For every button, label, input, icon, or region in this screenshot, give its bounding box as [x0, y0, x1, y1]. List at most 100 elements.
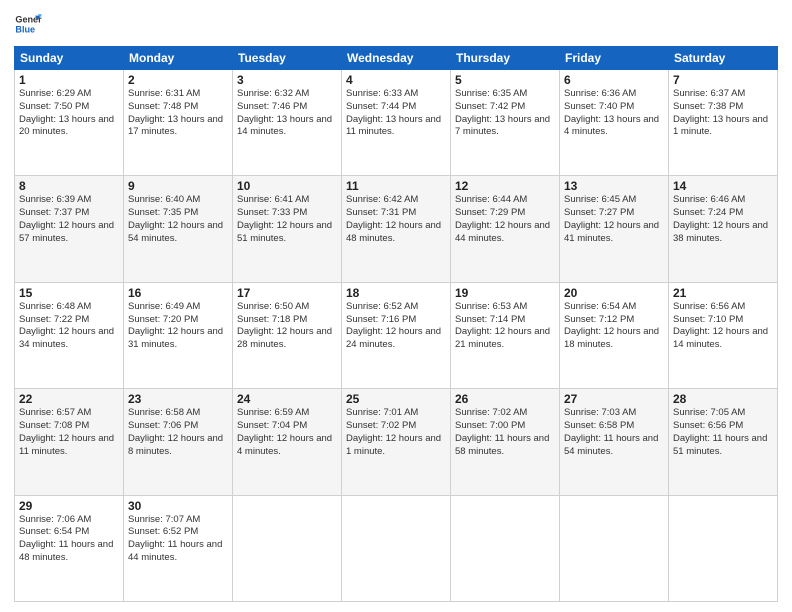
- week-row-3: 15 Sunrise: 6:48 AM Sunset: 7:22 PM Dayl…: [15, 282, 778, 388]
- day-cell: 16 Sunrise: 6:49 AM Sunset: 7:20 PM Dayl…: [124, 282, 233, 388]
- day-number: 5: [455, 73, 555, 87]
- day-info: Sunrise: 6:41 AM Sunset: 7:33 PM Dayligh…: [237, 194, 337, 245]
- day-number: 11: [346, 179, 446, 193]
- day-cell: [669, 495, 778, 601]
- day-cell: 14 Sunrise: 6:46 AM Sunset: 7:24 PM Dayl…: [669, 176, 778, 282]
- day-cell: 27 Sunrise: 7:03 AM Sunset: 6:58 PM Dayl…: [560, 389, 669, 495]
- day-info: Sunrise: 6:42 AM Sunset: 7:31 PM Dayligh…: [346, 194, 446, 245]
- page: General Blue SundayMondayTuesdayWednesda…: [0, 0, 792, 612]
- day-info: Sunrise: 6:48 AM Sunset: 7:22 PM Dayligh…: [19, 301, 119, 352]
- svg-text:Blue: Blue: [15, 24, 35, 34]
- week-row-5: 29 Sunrise: 7:06 AM Sunset: 6:54 PM Dayl…: [15, 495, 778, 601]
- day-number: 28: [673, 392, 773, 406]
- day-cell: 11 Sunrise: 6:42 AM Sunset: 7:31 PM Dayl…: [342, 176, 451, 282]
- day-cell: [233, 495, 342, 601]
- day-number: 6: [564, 73, 664, 87]
- logo: General Blue: [14, 10, 42, 38]
- day-cell: 18 Sunrise: 6:52 AM Sunset: 7:16 PM Dayl…: [342, 282, 451, 388]
- day-info: Sunrise: 7:06 AM Sunset: 6:54 PM Dayligh…: [19, 514, 119, 565]
- day-info: Sunrise: 6:31 AM Sunset: 7:48 PM Dayligh…: [128, 88, 228, 139]
- day-info: Sunrise: 7:07 AM Sunset: 6:52 PM Dayligh…: [128, 514, 228, 565]
- day-info: Sunrise: 7:05 AM Sunset: 6:56 PM Dayligh…: [673, 407, 773, 458]
- day-cell: 7 Sunrise: 6:37 AM Sunset: 7:38 PM Dayli…: [669, 70, 778, 176]
- day-cell: [342, 495, 451, 601]
- day-info: Sunrise: 6:37 AM Sunset: 7:38 PM Dayligh…: [673, 88, 773, 139]
- day-info: Sunrise: 6:58 AM Sunset: 7:06 PM Dayligh…: [128, 407, 228, 458]
- day-number: 17: [237, 286, 337, 300]
- day-cell: 4 Sunrise: 6:33 AM Sunset: 7:44 PM Dayli…: [342, 70, 451, 176]
- week-row-4: 22 Sunrise: 6:57 AM Sunset: 7:08 PM Dayl…: [15, 389, 778, 495]
- week-row-1: 1 Sunrise: 6:29 AM Sunset: 7:50 PM Dayli…: [15, 70, 778, 176]
- day-cell: 28 Sunrise: 7:05 AM Sunset: 6:56 PM Dayl…: [669, 389, 778, 495]
- day-info: Sunrise: 7:02 AM Sunset: 7:00 PM Dayligh…: [455, 407, 555, 458]
- day-info: Sunrise: 6:40 AM Sunset: 7:35 PM Dayligh…: [128, 194, 228, 245]
- calendar-table: SundayMondayTuesdayWednesdayThursdayFrid…: [14, 46, 778, 602]
- header-cell-monday: Monday: [124, 47, 233, 70]
- day-number: 14: [673, 179, 773, 193]
- day-cell: [560, 495, 669, 601]
- day-cell: 10 Sunrise: 6:41 AM Sunset: 7:33 PM Dayl…: [233, 176, 342, 282]
- day-cell: 9 Sunrise: 6:40 AM Sunset: 7:35 PM Dayli…: [124, 176, 233, 282]
- day-number: 16: [128, 286, 228, 300]
- day-number: 7: [673, 73, 773, 87]
- day-number: 25: [346, 392, 446, 406]
- day-cell: 21 Sunrise: 6:56 AM Sunset: 7:10 PM Dayl…: [669, 282, 778, 388]
- day-number: 15: [19, 286, 119, 300]
- day-info: Sunrise: 6:36 AM Sunset: 7:40 PM Dayligh…: [564, 88, 664, 139]
- day-cell: 30 Sunrise: 7:07 AM Sunset: 6:52 PM Dayl…: [124, 495, 233, 601]
- day-info: Sunrise: 6:29 AM Sunset: 7:50 PM Dayligh…: [19, 88, 119, 139]
- day-info: Sunrise: 6:59 AM Sunset: 7:04 PM Dayligh…: [237, 407, 337, 458]
- day-cell: 6 Sunrise: 6:36 AM Sunset: 7:40 PM Dayli…: [560, 70, 669, 176]
- header-row: SundayMondayTuesdayWednesdayThursdayFrid…: [15, 47, 778, 70]
- day-number: 13: [564, 179, 664, 193]
- day-info: Sunrise: 6:56 AM Sunset: 7:10 PM Dayligh…: [673, 301, 773, 352]
- day-cell: 25 Sunrise: 7:01 AM Sunset: 7:02 PM Dayl…: [342, 389, 451, 495]
- day-cell: 3 Sunrise: 6:32 AM Sunset: 7:46 PM Dayli…: [233, 70, 342, 176]
- day-cell: 24 Sunrise: 6:59 AM Sunset: 7:04 PM Dayl…: [233, 389, 342, 495]
- day-number: 18: [346, 286, 446, 300]
- day-number: 1: [19, 73, 119, 87]
- day-number: 23: [128, 392, 228, 406]
- day-info: Sunrise: 6:50 AM Sunset: 7:18 PM Dayligh…: [237, 301, 337, 352]
- day-cell: 5 Sunrise: 6:35 AM Sunset: 7:42 PM Dayli…: [451, 70, 560, 176]
- day-info: Sunrise: 6:49 AM Sunset: 7:20 PM Dayligh…: [128, 301, 228, 352]
- header-cell-sunday: Sunday: [15, 47, 124, 70]
- day-number: 2: [128, 73, 228, 87]
- day-cell: 19 Sunrise: 6:53 AM Sunset: 7:14 PM Dayl…: [451, 282, 560, 388]
- day-info: Sunrise: 6:44 AM Sunset: 7:29 PM Dayligh…: [455, 194, 555, 245]
- day-cell: 20 Sunrise: 6:54 AM Sunset: 7:12 PM Dayl…: [560, 282, 669, 388]
- day-number: 29: [19, 499, 119, 513]
- day-cell: [451, 495, 560, 601]
- day-number: 4: [346, 73, 446, 87]
- day-cell: 26 Sunrise: 7:02 AM Sunset: 7:00 PM Dayl…: [451, 389, 560, 495]
- day-info: Sunrise: 6:54 AM Sunset: 7:12 PM Dayligh…: [564, 301, 664, 352]
- day-cell: 12 Sunrise: 6:44 AM Sunset: 7:29 PM Dayl…: [451, 176, 560, 282]
- day-info: Sunrise: 6:32 AM Sunset: 7:46 PM Dayligh…: [237, 88, 337, 139]
- header-cell-friday: Friday: [560, 47, 669, 70]
- day-number: 19: [455, 286, 555, 300]
- day-info: Sunrise: 6:35 AM Sunset: 7:42 PM Dayligh…: [455, 88, 555, 139]
- day-info: Sunrise: 6:46 AM Sunset: 7:24 PM Dayligh…: [673, 194, 773, 245]
- day-cell: 13 Sunrise: 6:45 AM Sunset: 7:27 PM Dayl…: [560, 176, 669, 282]
- header: General Blue: [14, 10, 778, 38]
- day-number: 20: [564, 286, 664, 300]
- header-cell-wednesday: Wednesday: [342, 47, 451, 70]
- day-number: 21: [673, 286, 773, 300]
- day-number: 26: [455, 392, 555, 406]
- header-cell-tuesday: Tuesday: [233, 47, 342, 70]
- day-number: 10: [237, 179, 337, 193]
- day-number: 3: [237, 73, 337, 87]
- day-info: Sunrise: 6:53 AM Sunset: 7:14 PM Dayligh…: [455, 301, 555, 352]
- day-cell: 29 Sunrise: 7:06 AM Sunset: 6:54 PM Dayl…: [15, 495, 124, 601]
- day-info: Sunrise: 6:57 AM Sunset: 7:08 PM Dayligh…: [19, 407, 119, 458]
- day-number: 12: [455, 179, 555, 193]
- day-number: 24: [237, 392, 337, 406]
- day-cell: 1 Sunrise: 6:29 AM Sunset: 7:50 PM Dayli…: [15, 70, 124, 176]
- day-info: Sunrise: 6:39 AM Sunset: 7:37 PM Dayligh…: [19, 194, 119, 245]
- week-row-2: 8 Sunrise: 6:39 AM Sunset: 7:37 PM Dayli…: [15, 176, 778, 282]
- day-cell: 23 Sunrise: 6:58 AM Sunset: 7:06 PM Dayl…: [124, 389, 233, 495]
- day-number: 30: [128, 499, 228, 513]
- day-info: Sunrise: 7:01 AM Sunset: 7:02 PM Dayligh…: [346, 407, 446, 458]
- logo-icon: General Blue: [14, 10, 42, 38]
- day-cell: 8 Sunrise: 6:39 AM Sunset: 7:37 PM Dayli…: [15, 176, 124, 282]
